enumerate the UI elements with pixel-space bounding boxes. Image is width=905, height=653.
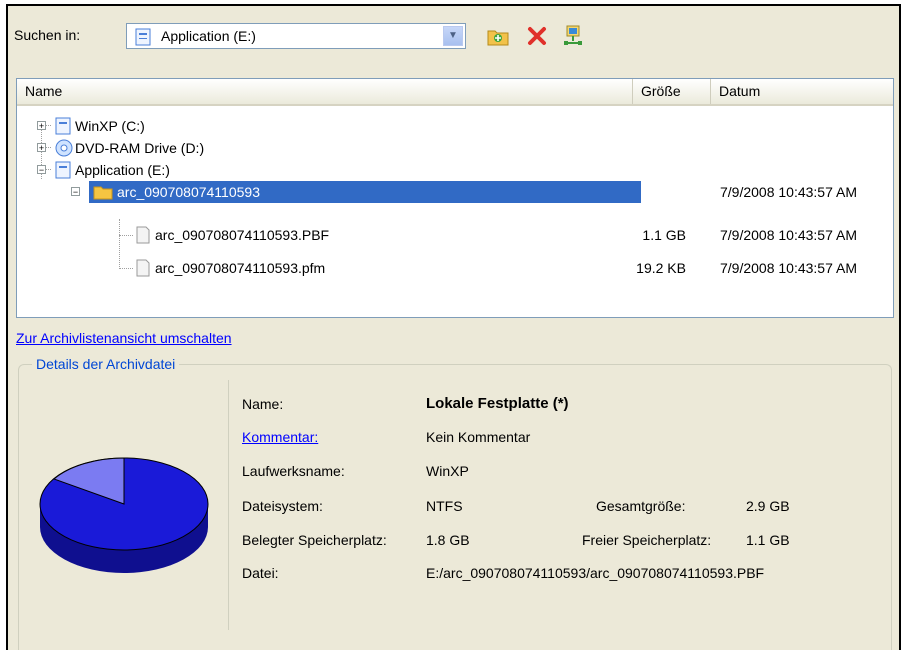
tree-item-dvd-ram[interactable]: + DVD-RAM Drive (D:)	[17, 137, 893, 159]
network-icon[interactable]	[561, 24, 585, 48]
expand-icon[interactable]: +	[37, 121, 46, 131]
drive-name-label: Laufwerksname:	[242, 463, 345, 479]
look-in-label: Suchen in:	[14, 27, 81, 43]
expand-icon[interactable]: +	[37, 143, 46, 153]
new-folder-icon[interactable]	[486, 24, 510, 48]
tree-item-pbf-file[interactable]: arc_090708074110593.PBF 1.1 GB 7/9/2008 …	[17, 224, 893, 246]
disk-usage-icon	[34, 432, 214, 585]
file-icon	[135, 226, 151, 247]
total-size-value: 2.9 GB	[746, 498, 790, 514]
details-divider	[228, 380, 229, 630]
free-space-label: Freier Speicherplatz:	[582, 532, 712, 548]
folder-icon	[93, 184, 113, 203]
tree-item-label: arc_090708074110593.pfm	[155, 260, 326, 276]
used-space-value: 1.8 GB	[426, 532, 470, 548]
file-system-value: NTFS	[426, 498, 463, 514]
used-space-label: Belegter Speicherplatz:	[242, 532, 387, 548]
tree-item-date: 7/9/2008 10:43:57 AM	[720, 260, 857, 276]
tree-item-application[interactable]: − Application (E:)	[17, 159, 893, 181]
tree-item-label: arc_090708074110593	[117, 184, 260, 200]
drive-name-value: WinXP	[426, 463, 469, 479]
tree-item-archive-folder[interactable]: − arc_090708074110593 7/9/2008 10:43:57 …	[17, 181, 893, 203]
tree-item-label: DVD-RAM Drive (D:)	[75, 140, 205, 156]
comment-link[interactable]: Kommentar:	[242, 429, 318, 445]
column-header-size[interactable]: Größe	[633, 79, 711, 104]
tree-item-winxp[interactable]: + WinXP (C:)	[17, 115, 893, 137]
collapse-icon[interactable]: −	[37, 165, 46, 175]
collapse-icon[interactable]: −	[71, 187, 80, 197]
archive-details-legend: Details der Archivdatei	[32, 356, 180, 372]
cd-drive-icon	[55, 139, 73, 160]
chevron-down-icon[interactable]: ▼	[443, 26, 463, 46]
tree-item-date: 7/9/2008 10:43:57 AM	[720, 184, 857, 200]
tree-item-label: arc_090708074110593.PBF	[155, 227, 330, 243]
comment-value: Kein Kommentar	[426, 429, 531, 445]
file-tree-view[interactable]: Name Größe Datum + WinXP (C:) + DVD-RAM …	[16, 78, 894, 318]
name-value: Lokale Festplatte (*)	[426, 395, 569, 412]
column-header-name[interactable]: Name	[17, 79, 633, 104]
look-in-value: Application (E:)	[161, 28, 256, 44]
file-path-value: E:/arc_090708074110593/arc_0907080741105…	[426, 565, 765, 581]
name-label: Name:	[242, 396, 284, 412]
tree-item-size: 1.1 GB	[642, 227, 686, 243]
drive-icon	[55, 117, 71, 138]
tree-item-size: 19.2 KB	[636, 260, 686, 276]
file-system-label: Dateisystem:	[242, 498, 323, 514]
look-in-dropdown[interactable]: Application (E:) ▼	[126, 23, 466, 49]
tree-item-label: WinXP (C:)	[75, 118, 145, 134]
column-header-date[interactable]: Datum	[711, 79, 893, 104]
tree-item-pfm-file[interactable]: arc_090708074110593.pfm 19.2 KB 7/9/2008…	[17, 257, 893, 279]
file-label: Datei:	[242, 565, 279, 581]
tree-item-label: Application (E:)	[75, 162, 170, 178]
drive-icon	[55, 161, 71, 182]
tree-header: Name Größe Datum	[17, 79, 893, 106]
drive-icon	[135, 28, 151, 49]
delete-icon[interactable]	[525, 24, 549, 48]
archive-list-view-link[interactable]: Zur Archivlistenansicht umschalten	[16, 330, 232, 346]
free-space-value: 1.1 GB	[746, 532, 790, 548]
file-icon	[135, 259, 151, 280]
total-size-label: Gesamtgröße:	[596, 498, 686, 514]
tree-item-date: 7/9/2008 10:43:57 AM	[720, 227, 857, 243]
